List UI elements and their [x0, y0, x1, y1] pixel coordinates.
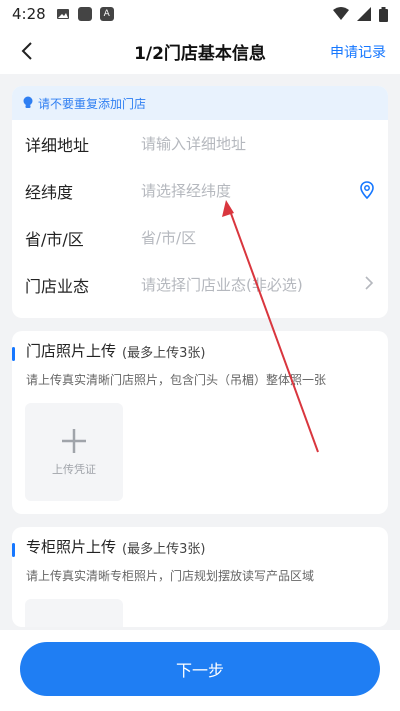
upload-proof-button[interactable]: 上传凭证 — [25, 403, 123, 501]
battery-icon — [379, 6, 388, 22]
status-bar: 4:28 A — [0, 0, 400, 28]
address-field[interactable]: 详细地址 请输入详细地址 — [12, 120, 388, 167]
section-accent-bar — [12, 543, 15, 557]
store-type-selector[interactable]: 请选择门店业态(非必选) — [141, 274, 388, 295]
next-step-button[interactable]: 下一步 — [20, 642, 380, 696]
address-input[interactable]: 请输入详细地址 — [141, 133, 388, 154]
counter-photo-card: 专柜照片上传 (最多上传3张) 请上传真实清晰专柜照片，门店规划摆放读写产品区域 — [12, 527, 388, 627]
chevron-left-icon — [21, 42, 32, 60]
store-photo-description: 请上传真实清晰门店照片，包含门头（吊楣）整体照一张 — [26, 373, 327, 387]
counter-photo-header: 专柜照片上传 (最多上传3张) — [12, 527, 388, 557]
lightbulb-icon — [23, 96, 33, 108]
store-photo-header: 门店照片上传 (最多上传3张) — [12, 331, 388, 361]
store-photo-card: 门店照片上传 (最多上传3张) 请上传真实清晰门店照片，包含门头（吊楣）整体照一… — [12, 331, 388, 514]
coordinates-label: 经纬度 — [25, 182, 74, 202]
a-letter-icon: A — [99, 7, 114, 21]
wifi-icon — [333, 7, 349, 20]
image-icon — [56, 9, 69, 19]
coordinates-field[interactable]: 经纬度 请选择经纬度 — [12, 167, 388, 214]
signal-icon — [357, 7, 371, 21]
status-time: 4:28 — [12, 5, 46, 23]
notice-text: 请不要重复添加门店 — [38, 96, 147, 111]
notice-banner: 请不要重复添加门店 — [12, 86, 388, 120]
notification-icons: A — [56, 7, 114, 21]
store-photo-title: 门店照片上传 — [26, 342, 117, 360]
store-photo-limit: (最多上传3张) — [122, 346, 206, 361]
location-pin-icon[interactable] — [360, 181, 374, 199]
counter-photo-limit: (最多上传3张) — [122, 542, 206, 557]
store-type-field[interactable]: 门店业态 请选择门店业态(非必选) — [12, 261, 388, 308]
store-info-card: 请不要重复添加门店 详细地址 请输入详细地址 经纬度 请选择经纬度 省/市/区 … — [12, 86, 388, 318]
footer-bar: 下一步 — [0, 630, 400, 711]
system-icons — [333, 6, 388, 22]
counter-photo-title: 专柜照片上传 — [26, 538, 117, 556]
navigation-bar: 1/2门店基本信息 申请记录 — [0, 28, 400, 74]
plus-icon — [62, 429, 86, 453]
store-type-label: 门店业态 — [25, 276, 90, 296]
section-accent-bar — [12, 347, 15, 361]
application-records-link[interactable]: 申请记录 — [330, 42, 386, 62]
address-label: 详细地址 — [25, 135, 90, 155]
counter-photo-description: 请上传真实清晰专柜照片，门店规划摆放读写产品区域 — [26, 569, 315, 583]
app-square-icon — [77, 7, 92, 21]
back-button[interactable] — [14, 38, 40, 64]
coordinates-selector[interactable]: 请选择经纬度 — [141, 180, 388, 201]
region-field[interactable]: 省/市/区 省/市/区 — [12, 214, 388, 261]
region-label: 省/市/区 — [25, 229, 84, 249]
chevron-right-icon — [365, 276, 374, 290]
upload-proof-label: 上传凭证 — [52, 463, 96, 476]
counter-upload-button[interactable] — [25, 599, 123, 627]
region-selector[interactable]: 省/市/区 — [141, 227, 388, 248]
